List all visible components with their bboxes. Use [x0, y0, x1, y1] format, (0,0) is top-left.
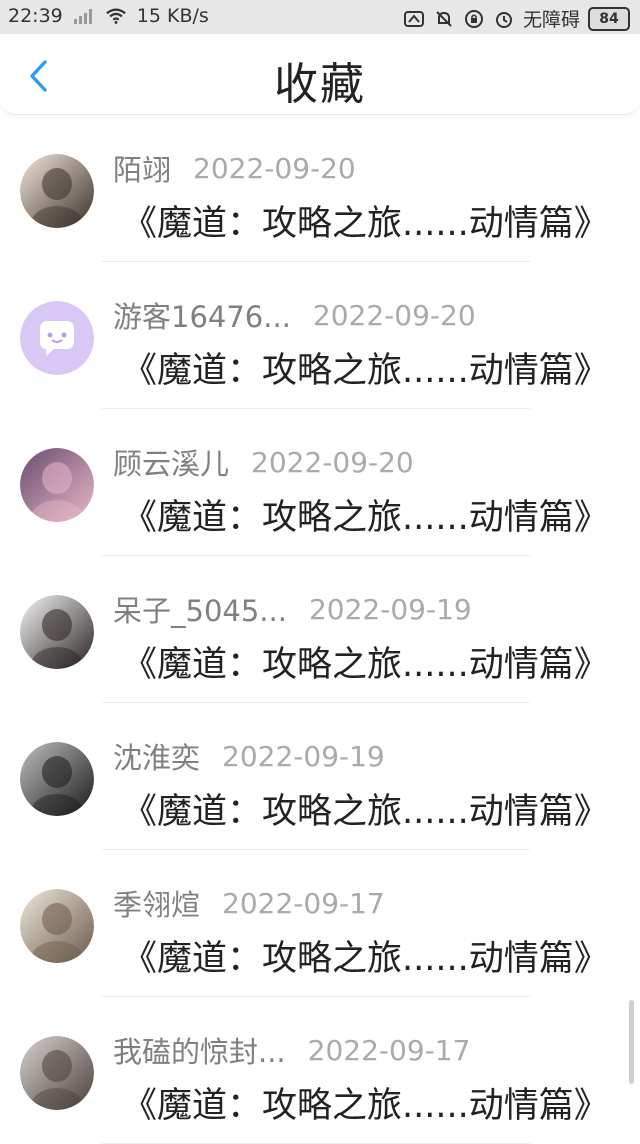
lock-rotation-icon [463, 8, 485, 30]
item-meta: 呆子_5045... 2022-09-19 [113, 588, 472, 630]
avatar[interactable] [20, 154, 94, 228]
scrollbar[interactable] [629, 1000, 634, 1084]
avatar[interactable] [20, 301, 94, 375]
username[interactable]: 游客16476... [113, 294, 291, 336]
username[interactable]: 陌翊 [113, 147, 171, 189]
status-bar: 22:39 15 KB/s 无障碍 84 [0, 0, 640, 34]
page-title: 收藏 [274, 59, 366, 110]
list-item[interactable]: 季翎煊 2022-09-17 《魔道：攻略之旅......动情篇》 [0, 850, 640, 997]
status-time: 22:39 [8, 5, 63, 27]
net-speed: 15 KB/s [136, 5, 209, 27]
date: 2022-09-20 [312, 298, 476, 332]
header: 收藏 [0, 34, 640, 115]
app-notification-icon [403, 8, 425, 30]
list-item[interactable]: 游客16476... 2022-09-20 《魔道：攻略之旅......动情篇》 [0, 262, 640, 409]
bell-off-icon [433, 8, 455, 30]
accessibility-label: 无障碍 [522, 9, 580, 31]
item-meta: 游客16476... 2022-09-20 [113, 294, 476, 336]
battery-icon: 84 [588, 6, 630, 31]
book-title[interactable]: 《魔道：攻略之旅......动情篇》 [122, 930, 609, 981]
username[interactable]: 顾云溪儿 [113, 441, 229, 483]
book-title[interactable]: 《魔道：攻略之旅......动情篇》 [122, 195, 609, 246]
date: 2022-09-19 [222, 739, 385, 773]
list-item[interactable]: 陌翊 2022-09-20 《魔道：攻略之旅......动情篇》 [0, 115, 640, 262]
username[interactable]: 沈淮奕 [113, 735, 200, 777]
list-item[interactable]: 呆子_5045... 2022-09-19 《魔道：攻略之旅......动情篇》 [0, 556, 640, 703]
item-meta: 季翎煊 2022-09-17 [113, 882, 385, 924]
book-title[interactable]: 《魔道：攻略之旅......动情篇》 [122, 636, 609, 687]
book-title[interactable]: 《魔道：攻略之旅......动情篇》 [122, 489, 609, 540]
avatar[interactable] [20, 1036, 94, 1110]
avatar[interactable] [20, 742, 94, 816]
signal-icon [73, 5, 95, 27]
date: 2022-09-20 [193, 151, 356, 185]
book-title[interactable]: 《魔道：攻略之旅......动情篇》 [122, 1077, 609, 1128]
avatar[interactable] [20, 595, 94, 669]
book-title[interactable]: 《魔道：攻略之旅......动情篇》 [122, 783, 609, 834]
date: 2022-09-17 [222, 886, 385, 920]
item-meta: 我磕的惊封... 2022-09-17 [113, 1029, 470, 1071]
date: 2022-09-19 [308, 592, 472, 626]
wifi-icon [105, 5, 127, 27]
username[interactable]: 季翎煊 [113, 882, 200, 924]
item-meta: 沈淮奕 2022-09-19 [113, 735, 385, 777]
username[interactable]: 我磕的惊封... [113, 1029, 286, 1071]
date: 2022-09-20 [251, 445, 414, 479]
list-item[interactable]: 顾云溪儿 2022-09-20 《魔道：攻略之旅......动情篇》 [0, 409, 640, 556]
book-title[interactable]: 《魔道：攻略之旅......动情篇》 [122, 342, 609, 393]
favorites-list: 陌翊 2022-09-20 《魔道：攻略之旅......动情篇》 游客16476...… [0, 115, 640, 1144]
list-item[interactable]: 我磕的惊封... 2022-09-17 《魔道：攻略之旅......动情篇》 [0, 997, 640, 1144]
item-meta: 顾云溪儿 2022-09-20 [113, 441, 414, 483]
item-meta: 陌翊 2022-09-20 [113, 147, 356, 189]
alarm-icon [493, 8, 515, 30]
date: 2022-09-17 [307, 1033, 471, 1067]
avatar[interactable] [20, 889, 94, 963]
list-item[interactable]: 沈淮奕 2022-09-19 《魔道：攻略之旅......动情篇》 [0, 703, 640, 850]
avatar[interactable] [20, 448, 94, 522]
username[interactable]: 呆子_5045... [113, 588, 287, 630]
